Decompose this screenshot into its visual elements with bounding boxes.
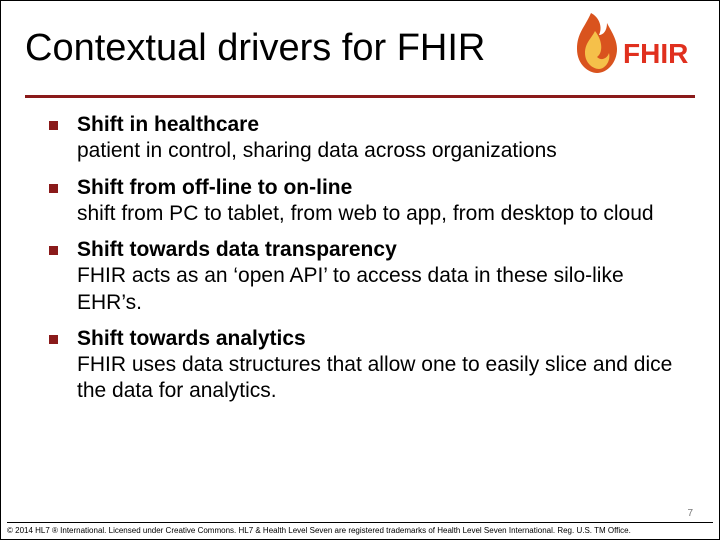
bullet-body: FHIR acts as an ‘open API’ to access dat… — [77, 264, 624, 313]
bullet-list: Shift in healthcare patient in control, … — [49, 112, 691, 405]
fhir-logo: FHIR — [545, 9, 695, 89]
list-item: Shift towards data transparency FHIR act… — [49, 237, 691, 316]
bullet-heading: Shift in healthcare — [77, 113, 259, 136]
list-item: Shift from off-line to on-line shift fro… — [49, 175, 691, 228]
slide-body: Shift in healthcare patient in control, … — [1, 112, 719, 405]
list-item: Shift in healthcare patient in control, … — [49, 112, 691, 165]
header: Contextual drivers for FHIR FHIR — [1, 1, 719, 95]
bullet-heading: Shift towards data transparency — [77, 238, 397, 261]
page-title: Contextual drivers for FHIR — [25, 29, 545, 69]
bullet-body: FHIR uses data structures that allow one… — [77, 353, 672, 402]
title-rule — [25, 95, 695, 98]
bullet-body: patient in control, sharing data across … — [77, 139, 557, 162]
bullet-heading: Shift from off-line to on-line — [77, 176, 352, 199]
footer-text: © 2014 HL7 ® International. Licensed und… — [7, 522, 713, 535]
list-item: Shift towards analytics FHIR uses data s… — [49, 326, 691, 405]
bullet-body: shift from PC to tablet, from web to app… — [77, 202, 654, 225]
slide: Contextual drivers for FHIR FHIR Shift i… — [0, 0, 720, 540]
logo-text: FHIR — [623, 38, 688, 69]
page-number: 7 — [687, 508, 693, 519]
bullet-heading: Shift towards analytics — [77, 327, 306, 350]
